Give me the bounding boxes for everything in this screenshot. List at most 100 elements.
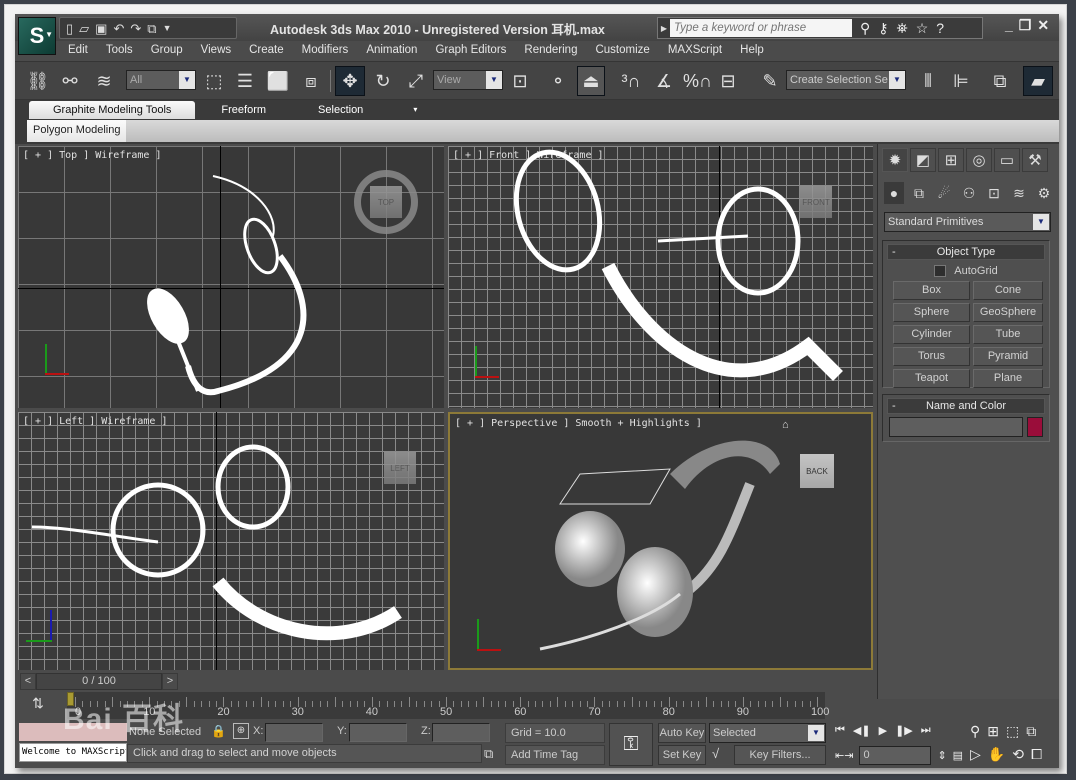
rect-selection-icon[interactable]: ⬜ <box>265 66 291 96</box>
qat-dropdown-icon[interactable]: ▼ <box>163 23 172 33</box>
object-type-header[interactable]: - Object Type <box>887 244 1045 260</box>
shapes-icon[interactable]: ⧉ <box>909 182 929 204</box>
viewport-top[interactable]: [ + ] Top ] Wireframe ] TOP <box>18 146 444 408</box>
align-icon[interactable]: ⊫ <box>948 66 974 96</box>
zoom-all-icon[interactable]: ⊞ <box>987 723 999 740</box>
time-slider-track[interactable]: 0 / 100 <box>36 673 162 690</box>
torus-button[interactable]: Torus <box>893 347 970 366</box>
reference-coord-dropdown[interactable]: View ▼ <box>433 70 503 90</box>
object-color-swatch[interactable] <box>1027 417 1043 437</box>
tab-freeform[interactable]: Freeform <box>195 101 292 119</box>
zoom-extents-all-icon[interactable]: ⧉ <box>1026 723 1036 740</box>
field-of-view-icon[interactable]: ▷ <box>970 746 981 763</box>
rotate-icon[interactable]: ↻ <box>370 66 396 96</box>
z-coord-input[interactable] <box>432 723 490 742</box>
close-icon[interactable]: ✕ <box>1037 17 1049 34</box>
frame-spinner-icon[interactable]: ⇕ <box>937 749 946 762</box>
absolute-mode-icon[interactable]: ⊕ <box>233 723 249 739</box>
menu-edit[interactable]: Edit <box>59 41 97 59</box>
primitive-category-dropdown[interactable]: Standard Primitives ▼ <box>884 212 1051 232</box>
object-name-input[interactable] <box>889 417 1023 437</box>
manipulate-icon[interactable]: ⚬ <box>545 66 571 96</box>
teapot-button[interactable]: Teapot <box>893 369 970 388</box>
cone-button[interactable]: Cone <box>973 281 1043 300</box>
prev-frame-button[interactable]: < <box>20 673 36 690</box>
track-bar-toggle-icon[interactable]: ⇅ <box>27 695 49 715</box>
ribbon-menu-icon[interactable]: ▾ <box>389 101 441 119</box>
snap-3d-icon[interactable]: ³∩ <box>618 66 644 96</box>
set-key-button[interactable]: Set Key <box>658 745 706 765</box>
render-setup-icon[interactable]: ▰ <box>1023 66 1053 96</box>
current-frame-input[interactable]: 0 <box>859 746 932 765</box>
bind-space-warp-icon[interactable]: ≋ <box>91 66 117 96</box>
binoculars-icon[interactable]: ⚲ <box>860 20 870 37</box>
pivot-icon[interactable]: ⊡ <box>507 66 533 96</box>
minimize-icon[interactable]: _ <box>1005 17 1013 34</box>
viewport-front[interactable]: [ + ] Front ] Wireframe ] FRONT <box>448 146 873 408</box>
menu-help[interactable]: Help <box>731 41 773 59</box>
pyramid-button[interactable]: Pyramid <box>973 347 1043 366</box>
lock-icon[interactable]: 🔒 <box>211 724 226 738</box>
cameras-icon[interactable]: ⚇ <box>959 182 979 204</box>
open-file-icon[interactable]: ▱ <box>79 22 89 35</box>
expand-icon[interactable]: ▶ <box>658 24 670 33</box>
keyboard-shortcut-icon[interactable]: ⏏ <box>577 66 605 96</box>
checkbox[interactable] <box>934 265 947 277</box>
cylinder-button[interactable]: Cylinder <box>893 325 970 344</box>
add-time-tag-button[interactable]: Add Time Tag <box>505 745 605 765</box>
name-and-color-header[interactable]: - Name and Color <box>887 398 1045 414</box>
unlink-icon[interactable]: ⚯ <box>57 66 83 96</box>
space-warps-icon[interactable]: ≋ <box>1009 182 1029 204</box>
menu-views[interactable]: Views <box>192 41 240 59</box>
zoom-icon[interactable]: ⚲ <box>970 723 980 740</box>
key-search-icon[interactable]: ⚷ <box>878 20 888 37</box>
play-icon[interactable]: ▶ <box>879 724 887 737</box>
scale-icon[interactable]: ⤢ <box>403 66 429 96</box>
viewport-left[interactable]: [ + ] Left ] Wireframe ] LEFT <box>18 412 444 670</box>
goto-end-icon[interactable]: ⏭ <box>921 724 931 737</box>
helpers-icon[interactable]: ⊡ <box>984 182 1004 204</box>
geometry-icon[interactable]: ● <box>884 182 904 204</box>
viewport-perspective[interactable]: [ + ] Perspective ] Smooth + Highlights … <box>448 412 873 670</box>
set-keys-key-icon[interactable]: ⚿ <box>609 723 653 766</box>
orbit-icon[interactable]: ⟲ <box>1012 746 1024 763</box>
goto-start-icon[interactable]: ⏮ <box>835 724 845 737</box>
time-config-icon[interactable]: ▤ <box>953 749 963 762</box>
angle-snap-icon[interactable]: ∡ <box>651 66 677 96</box>
next-frame-button[interactable]: > <box>162 673 178 690</box>
sphere-button[interactable]: Sphere <box>893 303 970 322</box>
selection-filter-dropdown[interactable]: All ▼ <box>126 70 196 90</box>
lights-icon[interactable]: ☄ <box>934 182 954 204</box>
tangent-icon[interactable]: √ <box>712 746 719 761</box>
project-folder-icon[interactable]: ⧉ <box>147 22 156 35</box>
help-icon[interactable]: ? <box>936 20 944 37</box>
menu-rendering[interactable]: Rendering <box>515 41 586 59</box>
isolate-icon[interactable]: ⧉ <box>484 746 493 762</box>
link-icon[interactable]: ⛓ <box>25 66 51 96</box>
save-icon[interactable]: ▣ <box>95 22 107 35</box>
box-button[interactable]: Box <box>893 281 970 300</box>
3dsmax-logo-icon[interactable]: S ▼ <box>18 17 56 55</box>
menu-animation[interactable]: Animation <box>357 41 426 59</box>
edit-named-selection-icon[interactable]: ✎ <box>757 66 783 96</box>
select-object-icon[interactable]: ⬚ <box>201 66 227 96</box>
menu-create[interactable]: Create <box>240 41 293 59</box>
menu-customize[interactable]: Customize <box>586 41 658 59</box>
maximize-viewport-icon[interactable]: ⧠ <box>1031 746 1042 763</box>
menu-modifiers[interactable]: Modifiers <box>293 41 358 59</box>
geosphere-button[interactable]: GeoSphere <box>973 303 1043 322</box>
tube-button[interactable]: Tube <box>973 325 1043 344</box>
tab-graphite-modeling-tools[interactable]: Graphite Modeling Tools <box>29 101 196 119</box>
auto-key-button[interactable]: Auto Key <box>658 723 706 743</box>
layer-manager-icon[interactable]: ⧉ <box>987 66 1013 96</box>
menu-graph-editors[interactable]: Graph Editors <box>426 41 515 59</box>
percent-snap-icon[interactable]: %∩ <box>683 66 712 96</box>
systems-icon[interactable]: ⚙ <box>1034 182 1054 204</box>
plane-button[interactable]: Plane <box>973 369 1043 388</box>
tab-selection[interactable]: Selection <box>292 101 389 119</box>
prev-key-icon[interactable]: ◀❚ <box>853 724 871 737</box>
select-by-name-icon[interactable]: ☰ <box>232 66 258 96</box>
star-icon[interactable]: ☆ <box>916 20 929 37</box>
key-mode-dropdown[interactable]: Selected ▼ <box>709 723 826 743</box>
display-icon[interactable]: ▭ <box>994 148 1020 172</box>
